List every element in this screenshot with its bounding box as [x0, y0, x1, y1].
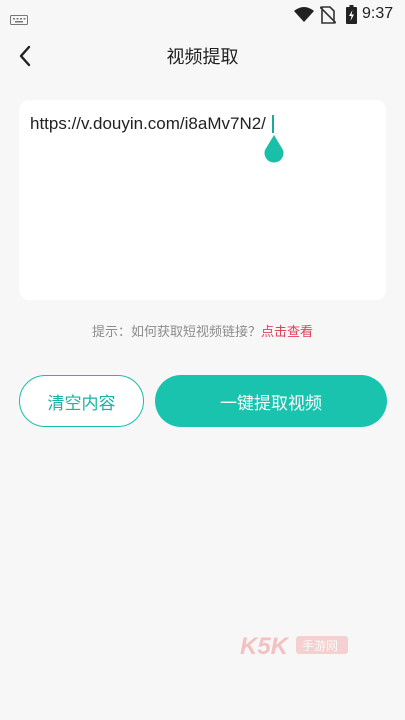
svg-text:手游网: 手游网: [302, 639, 338, 653]
url-input[interactable]: https://v.douyin.com/i8aMv7N2/: [19, 100, 386, 300]
status-time: 9:37: [362, 5, 394, 22]
top-bar: 视频提取: [0, 30, 405, 86]
status-bar: 9:37: [0, 0, 405, 30]
clear-content-label: 清空内容: [47, 393, 116, 414]
tip-line: 提示：如何获取短视频链接？点击查看: [0, 321, 405, 340]
back-button[interactable]: [10, 42, 40, 74]
tip-text: 提示：如何获取短视频链接？: [91, 325, 261, 340]
wifi-icon: [294, 6, 314, 27]
clear-content-button[interactable]: 清空内容: [19, 375, 144, 427]
extract-video-button[interactable]: 一键提取视频: [155, 375, 387, 427]
watermark-logo: K5K 手游网: [240, 632, 352, 662]
back-arrow-icon: [18, 45, 32, 71]
keyboard-icon: [10, 10, 28, 29]
extract-video-label: 一键提取视频: [220, 393, 322, 414]
no-sim-icon: [319, 6, 337, 28]
text-cursor: [272, 115, 274, 133]
screen: 9:37 视频提取 https://v.douyin.com/i8aMv7N2/…: [0, 0, 405, 720]
page-title: 视频提取: [166, 47, 239, 68]
tip-view-link[interactable]: 点击查看: [261, 325, 313, 340]
url-input-value[interactable]: https://v.douyin.com/i8aMv7N2/: [30, 114, 266, 134]
cursor-handle-icon[interactable]: [263, 135, 285, 167]
battery-charging-icon: [346, 5, 357, 28]
svg-text:K5K: K5K: [240, 633, 290, 658]
